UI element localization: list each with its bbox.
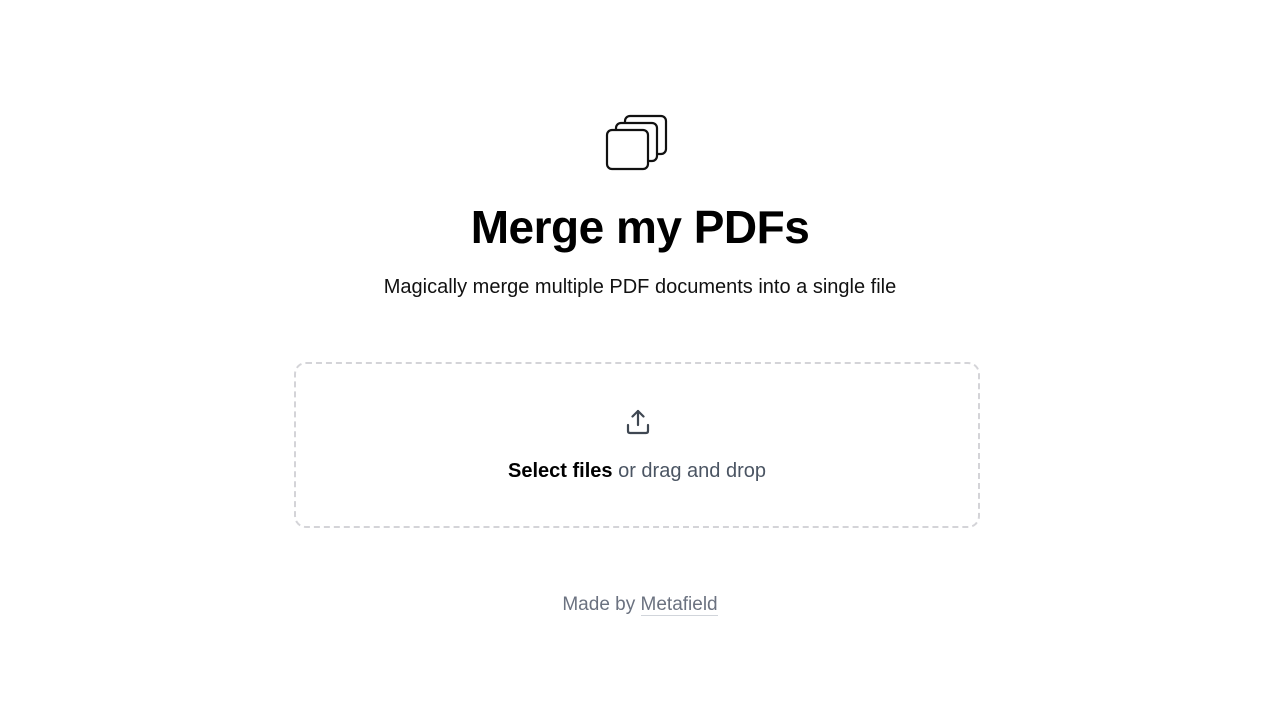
footer-prefix: Made by [562, 594, 641, 615]
dropzone-text: Select files or drag and drop [296, 458, 978, 484]
drag-drop-hint: or drag and drop [612, 460, 766, 482]
page: Merge my PDFs Magically merge multiple P… [0, 0, 1280, 720]
metafield-link[interactable]: Metafield [640, 594, 718, 616]
stacked-pages-icon [605, 114, 668, 171]
select-files-button[interactable]: Select files [508, 460, 613, 482]
upload-icon [626, 409, 650, 435]
page-subtitle: Magically merge multiple PDF documents i… [383, 276, 897, 298]
page-title: Merge my PDFs [470, 201, 810, 253]
footer: Made by Metafield [0, 592, 1280, 618]
file-dropzone[interactable]: Select files or drag and drop [294, 362, 980, 528]
